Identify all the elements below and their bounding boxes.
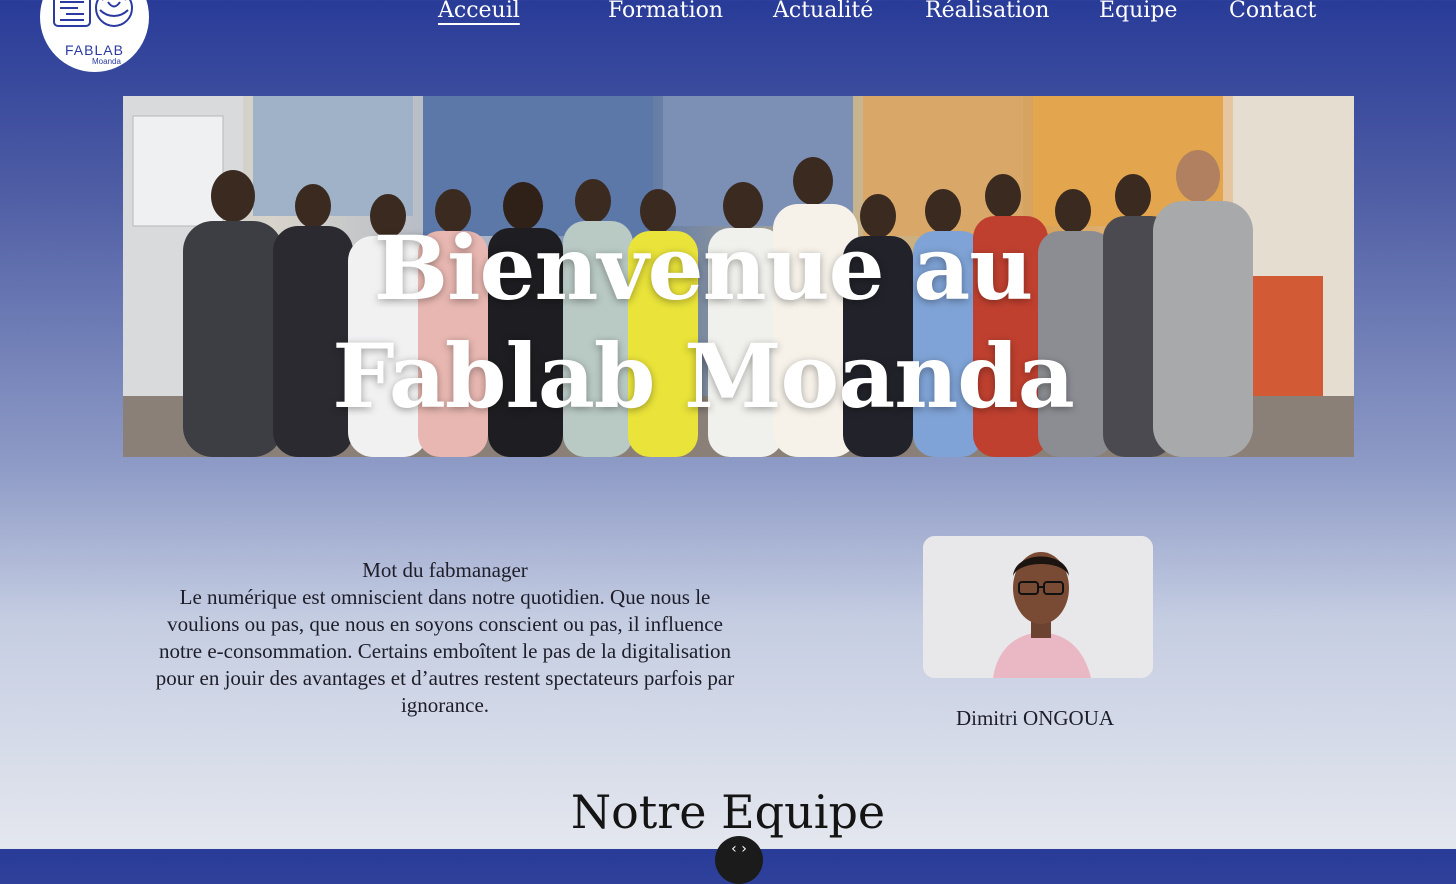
hero-title: Bienvenue au Fablab Moanda [123,214,1283,430]
team-section-title: Notre Equipe [570,785,886,839]
fabmanager-portrait [923,536,1153,678]
logo-emblem-icon [53,0,133,27]
hero-banner: Bienvenue au Fablab Moanda [123,96,1354,457]
scroll-button[interactable]: ‹ › [715,836,763,884]
nav-link-actualite[interactable]: Actualité [773,0,873,23]
logo-text: FABLAB [65,42,124,58]
fabmanager-heading: Mot du fabmanager [362,558,528,582]
fablab-logo[interactable]: FABLAB Moanda [40,0,149,72]
nav-link-equipe[interactable]: Equipe [1099,0,1177,23]
nav-link-formation[interactable]: Formation [608,0,723,23]
fabmanager-name: Dimitri ONGOUA [955,706,1115,730]
nav-link-contact[interactable]: Contact [1229,0,1316,23]
fabmanager-paragraph: Le numérique est omniscient dans notre q… [155,585,735,717]
nav-link-acceuil[interactable]: Acceuil [438,0,520,23]
hero-title-line-1: Bienvenue au [373,216,1033,320]
portrait-photo [923,536,1153,678]
code-icon: ‹ › [731,841,747,857]
nav-link-realisation[interactable]: Réalisation [925,0,1049,23]
logo-subtext: Moanda [92,57,121,66]
hero-title-line-2: Fablab Moanda [332,324,1075,428]
fabmanager-message: Mot du fabmanager Le numérique est omnis… [144,557,746,719]
